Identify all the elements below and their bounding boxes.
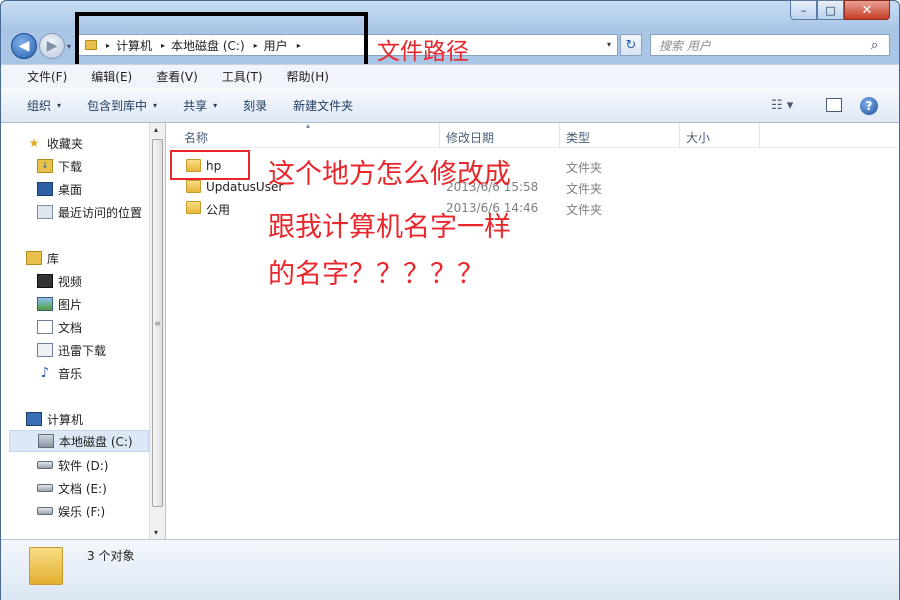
column-divider[interactable] (559, 123, 560, 148)
library-icon (26, 251, 42, 265)
drive-icon (37, 461, 53, 469)
sidebar-item-label: 计算机 (47, 412, 84, 427)
video-library-icon (37, 274, 53, 288)
sidebar-item-label: 软件 (D:) (58, 458, 109, 473)
chevron-down-icon: ▾ (57, 101, 62, 110)
command-bar: 组织 ▾ 包含到库中 ▾ 共享 ▾ 刻录 新建文件夹 ☷ ▾ ? (1, 88, 899, 123)
chevron-down-icon: ▾ (786, 98, 794, 113)
sidebar-item-label: 音乐 (58, 366, 83, 381)
recent-places-icon (37, 205, 53, 219)
star-icon: ★ (28, 136, 40, 150)
menu-file[interactable]: 文件(F) (27, 68, 67, 85)
include-in-library-button[interactable]: 包含到库中 ▾ (87, 97, 157, 114)
menu-bar: 文件(F) 编辑(E) 查看(V) 工具(T) 帮助(H) (1, 64, 899, 88)
computer-icon (26, 412, 42, 426)
item-count: 3 个对象 (87, 549, 135, 563)
column-header: ▴ 名称 修改日期 类型 大小 (166, 121, 899, 148)
sidebar-item-drive-c[interactable]: 本地磁盘 (C:) (9, 430, 149, 452)
sidebar-item-label: 最近访问的位置 (58, 205, 143, 220)
download-folder-icon: ↓ (37, 159, 53, 173)
column-divider[interactable] (679, 123, 680, 148)
column-size[interactable]: 大小 (686, 129, 710, 146)
folder-icon (186, 201, 201, 214)
folder-icon (186, 180, 201, 193)
sidebar-item-label: 收藏夹 (47, 136, 84, 151)
sidebar-item-label: 文档 (E:) (58, 481, 107, 496)
organize-button[interactable]: 组织 ▾ (27, 97, 61, 114)
maximize-button[interactable]: □ (817, 0, 844, 20)
download-library-icon (37, 343, 53, 357)
share-label: 共享 (183, 99, 208, 113)
column-divider[interactable] (759, 123, 760, 148)
sidebar-item-label: 本地磁盘 (C:) (59, 434, 133, 449)
scrollbar-thumb[interactable]: ≡ (152, 139, 163, 507)
search-input[interactable]: 搜索 用户 ⌕ (650, 34, 890, 56)
file-type: 文件夹 (566, 161, 603, 175)
address-dropdown[interactable]: ▾ (607, 40, 611, 49)
file-type: 文件夹 (566, 203, 603, 217)
include-library-label: 包含到库中 (87, 99, 148, 113)
desktop-icon (37, 182, 53, 196)
refresh-button[interactable]: ↻ (620, 34, 642, 56)
back-button[interactable]: ◀ (11, 33, 37, 59)
sidebar-item-label: 娱乐 (F:) (58, 504, 106, 519)
column-name[interactable]: 名称 (184, 129, 208, 146)
scroll-down-arrow[interactable]: ▾ (154, 528, 158, 537)
drive-icon (37, 484, 53, 492)
grip-icon: ≡ (154, 318, 161, 328)
chevron-down-icon: ▾ (153, 101, 158, 110)
path-annotation-label: 文件路径 (377, 39, 469, 65)
forward-button[interactable]: ▶ (39, 33, 65, 59)
menu-edit[interactable]: 编辑(E) (91, 68, 132, 85)
drive-icon (37, 507, 53, 515)
column-divider[interactable] (439, 123, 440, 148)
question-annotation-line-3: 的名字？？？？？ (268, 259, 484, 290)
navigation-pane: ★ 收藏夹 ↓ 下载 桌面 最近访问的位置 库 视频 图片 文档 迅雷下载 ♪ … (1, 123, 165, 539)
scroll-up-arrow[interactable]: ▴ (154, 125, 158, 134)
change-view-icon[interactable]: ☷ ▾ (771, 98, 793, 113)
search-placeholder: 搜索 用户 (659, 38, 711, 53)
chevron-down-icon: ▾ (213, 101, 218, 110)
document-library-icon (37, 320, 53, 334)
sidebar-item-label: 下载 (58, 159, 83, 174)
menu-tools[interactable]: 工具(T) (222, 68, 263, 85)
system-drive-icon (38, 434, 54, 448)
folder-icon (29, 547, 63, 585)
burn-button[interactable]: 刻录 (243, 97, 267, 114)
recent-pages-dropdown[interactable]: ▾ (67, 42, 71, 51)
sidebar-scrollbar[interactable]: ▴ ≡ ▾ (149, 123, 165, 539)
sidebar-item-label: 迅雷下载 (58, 343, 107, 358)
search-icon[interactable]: ⌕ (871, 38, 889, 53)
question-annotation-line-1: 这个地方怎么修改成 (268, 159, 511, 190)
sidebar-item-label: 视频 (58, 274, 83, 289)
preview-pane-icon[interactable] (826, 98, 842, 112)
column-date-modified[interactable]: 修改日期 (446, 129, 494, 146)
menu-view[interactable]: 查看(V) (156, 68, 198, 85)
minimize-button[interactable]: – (790, 0, 817, 20)
sort-ascending-icon: ▴ (306, 121, 311, 130)
picture-library-icon (37, 297, 53, 311)
help-icon[interactable]: ? (860, 97, 878, 115)
sidebar-item-label: 库 (47, 251, 60, 266)
file-type: 文件夹 (566, 182, 603, 196)
details-pane: 3 个对象 (1, 539, 899, 600)
sidebar-item-label: 桌面 (58, 182, 83, 197)
new-folder-button[interactable]: 新建文件夹 (293, 97, 353, 114)
sidebar-item-label: 文档 (58, 320, 83, 335)
hp-highlight-box (170, 150, 250, 180)
file-name: 公用 (206, 203, 231, 217)
share-button[interactable]: 共享 ▾ (183, 97, 217, 114)
question-annotation-line-2: 跟我计算机名字一样 (268, 212, 511, 243)
organize-label: 组织 (27, 99, 52, 113)
view-grid-icon: ☷ (771, 98, 783, 113)
music-library-icon: ♪ (40, 365, 50, 381)
sidebar-item-label: 图片 (58, 297, 83, 312)
menu-help[interactable]: 帮助(H) (287, 68, 329, 85)
close-button[interactable]: ✕ (844, 0, 890, 20)
column-type[interactable]: 类型 (566, 129, 590, 146)
